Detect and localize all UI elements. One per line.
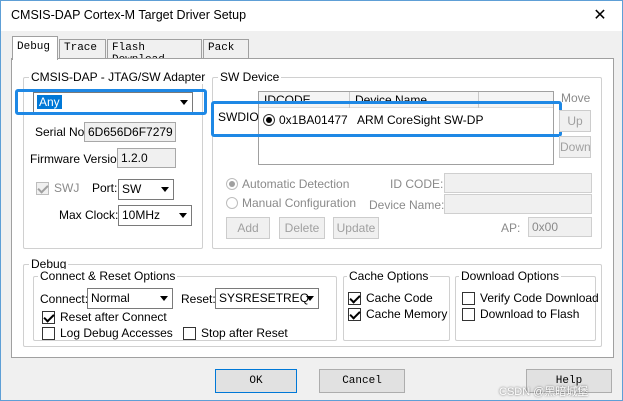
tab-flash-download[interactable]: Flash Download [107, 39, 202, 66]
ok-button[interactable]: OK [215, 369, 297, 393]
log-debug-label: Log Debug Accesses [60, 326, 173, 340]
manual-config-label: Manual Configuration [242, 196, 357, 210]
chevron-down-icon [306, 296, 314, 301]
cache-memory-checkbox[interactable] [348, 308, 361, 321]
tab-debug[interactable]: Debug [12, 36, 58, 60]
watermark: CSDN @黑暗城堡 [499, 386, 589, 398]
id-code-label: ID CODE: [390, 177, 444, 191]
stop-after-reset-label: Stop after Reset [201, 326, 288, 340]
port-select-value: SW [122, 182, 142, 196]
connect-select-value: Normal [91, 291, 130, 305]
cancel-button[interactable]: Cancel [319, 369, 405, 393]
download-options-group-label: Download Options [459, 269, 562, 283]
sw-device-group-label: SW Device [218, 70, 282, 84]
delete-button[interactable]: Delete [279, 217, 325, 239]
firmware-field: 1.2.0 [117, 148, 176, 168]
connect-select[interactable]: Normal [87, 288, 173, 309]
update-button[interactable]: Update [333, 217, 379, 239]
reset-after-connect-checkbox[interactable] [42, 311, 55, 324]
add-button[interactable]: Add [226, 217, 270, 239]
reset-label: Reset: [181, 292, 216, 306]
move-label: Move [561, 91, 591, 105]
chevron-down-icon [161, 187, 169, 192]
chevron-down-icon [179, 213, 187, 218]
dialog-window: CMSIS-DAP Cortex-M Target Driver Setup ✕… [0, 0, 623, 401]
connect-reset-group-label: Connect & Reset Options [38, 269, 178, 283]
serial-field: 6D656D6F7279 [84, 122, 176, 142]
download-flash-checkbox[interactable] [462, 308, 475, 321]
swj-label: SWJ [54, 181, 80, 195]
tab-trace[interactable]: Trace [59, 39, 106, 59]
device-name-field[interactable] [444, 194, 592, 214]
auto-detection-radio[interactable] [226, 178, 238, 190]
connect-label: Connect: [40, 292, 89, 306]
verify-code-label: Verify Code Download [480, 291, 599, 305]
cache-memory-label: Cache Memory [366, 307, 448, 321]
up-button[interactable]: Up [559, 110, 591, 132]
cache-options-group-label: Cache Options [347, 269, 431, 283]
ap-field[interactable]: 0x00 [528, 217, 592, 237]
reset-select-value: SYSRESETREQ [219, 291, 310, 305]
ap-label: AP: [501, 221, 521, 235]
maxclock-select-value: 10MHz [122, 208, 161, 222]
highlight-adapter [15, 89, 207, 115]
log-debug-checkbox[interactable] [42, 327, 55, 340]
tab-panel-debug: CMSIS-DAP - JTAG/SW Adapter Any Serial N… [11, 58, 614, 358]
download-flash-label: Download to Flash [480, 307, 580, 321]
reset-select[interactable]: SYSRESETREQ [215, 288, 319, 309]
verify-code-checkbox[interactable] [462, 292, 475, 305]
cache-code-label: Cache Code [366, 291, 433, 305]
tab-pack[interactable]: Pack [203, 39, 249, 59]
adapter-group-label: CMSIS-DAP - JTAG/SW Adapter [29, 70, 208, 84]
stop-after-reset-checkbox[interactable] [183, 327, 196, 340]
down-button[interactable]: Down [559, 136, 591, 158]
title-bar[interactable]: CMSIS-DAP Cortex-M Target Driver Setup ✕ [1, 1, 622, 31]
port-select[interactable]: SW [118, 179, 174, 200]
serial-label: Serial No: [35, 125, 88, 139]
highlight-swdio-row [211, 101, 562, 137]
reset-after-connect-label: Reset after Connect [60, 310, 167, 324]
maxclock-label: Max Clock: [59, 208, 119, 222]
auto-detection-label: Automatic Detection [242, 177, 350, 191]
id-code-field[interactable] [444, 173, 592, 193]
cache-code-checkbox[interactable] [348, 292, 361, 305]
firmware-label: Firmware Version: [30, 152, 127, 166]
close-icon[interactable]: ✕ [578, 1, 622, 31]
device-name-label: Device Name: [369, 198, 445, 212]
manual-config-radio[interactable] [226, 197, 238, 209]
port-label: Port: [92, 181, 118, 195]
chevron-down-icon [160, 296, 168, 301]
window-title: CMSIS-DAP Cortex-M Target Driver Setup [11, 8, 247, 22]
swj-checkbox[interactable] [36, 182, 49, 195]
maxclock-select[interactable]: 10MHz [118, 205, 192, 226]
